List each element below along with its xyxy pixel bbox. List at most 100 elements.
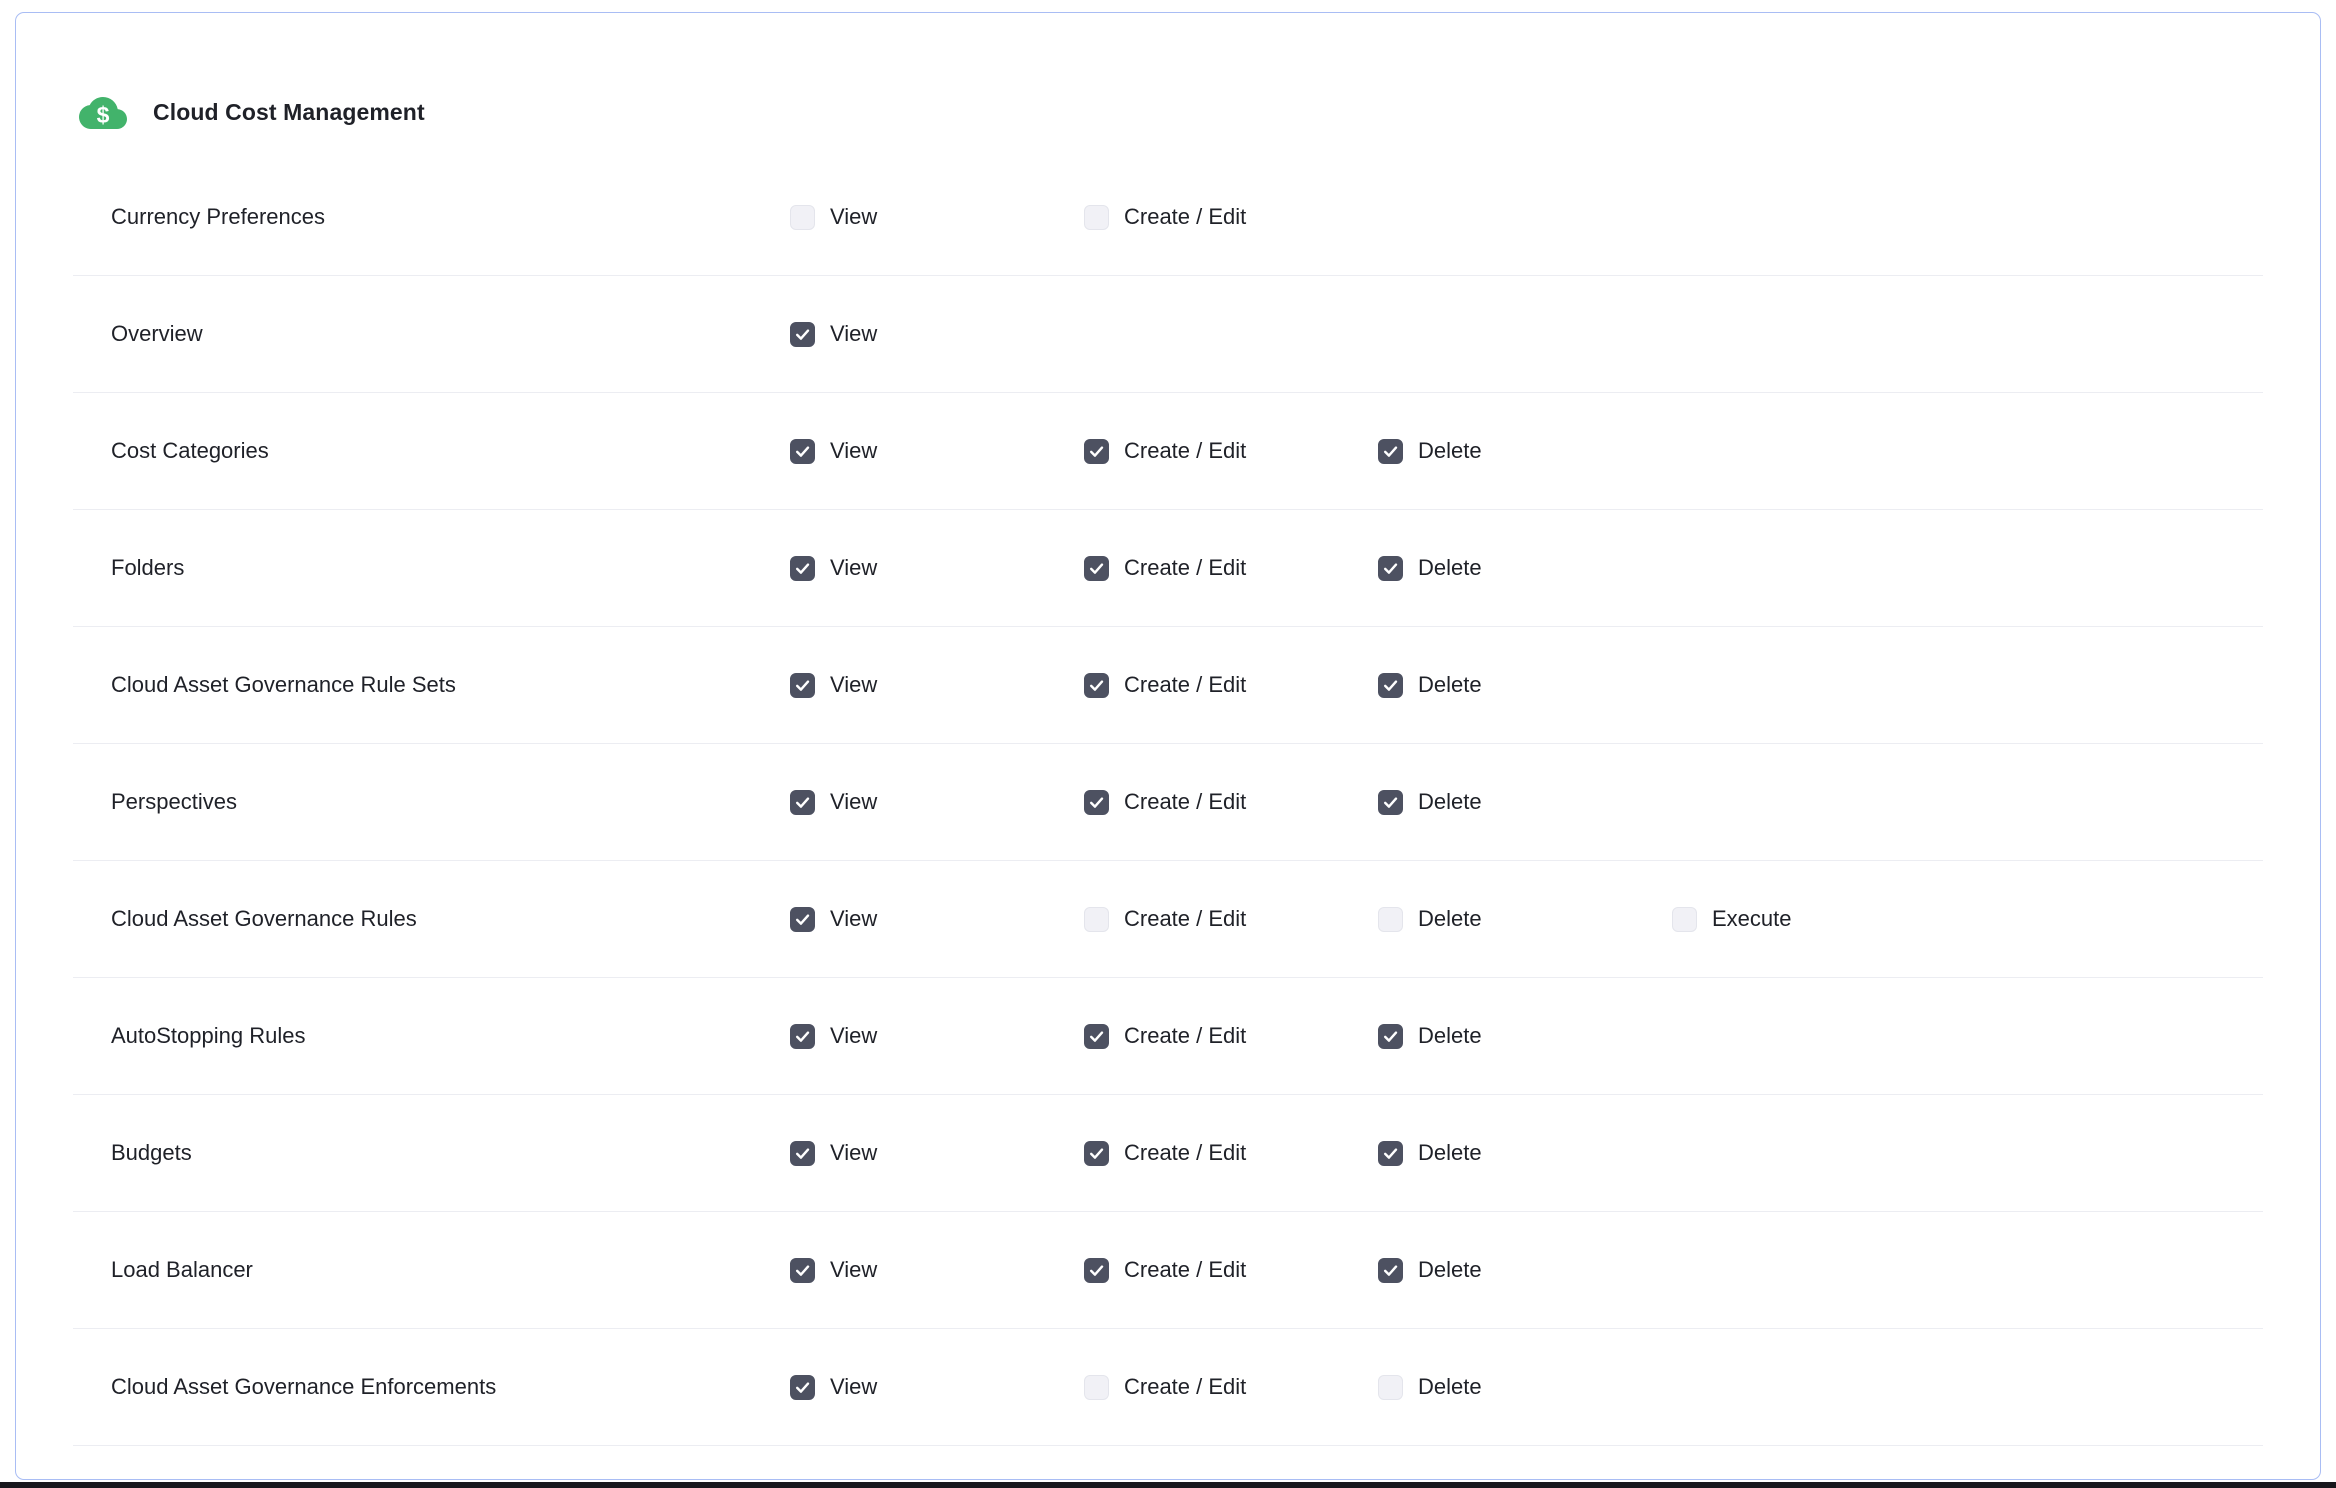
view-checkbox[interactable]: [790, 322, 815, 347]
permission-label: Delete: [1418, 789, 1482, 815]
permission-cell: Delete: [1378, 1374, 1672, 1400]
check-icon: [1382, 1028, 1399, 1045]
view-checkbox[interactable]: [790, 790, 815, 815]
check-icon: [1382, 677, 1399, 694]
create-edit-checkbox[interactable]: [1084, 790, 1109, 815]
create-edit-checkbox[interactable]: [1084, 205, 1109, 230]
resource-label: Cost Categories: [111, 438, 790, 464]
permission-label: View: [830, 789, 877, 815]
resource-label: Budgets: [111, 1140, 790, 1166]
permission-cell: Create / Edit: [1084, 672, 1378, 698]
check-icon: [794, 794, 811, 811]
view-checkbox[interactable]: [790, 907, 815, 932]
delete-checkbox[interactable]: [1378, 1024, 1403, 1049]
check-icon: [1382, 794, 1399, 811]
check-icon: [794, 1379, 811, 1396]
resource-label: Cloud Asset Governance Rules: [111, 906, 790, 932]
permission-cell: Create / Edit: [1084, 204, 1378, 230]
delete-checkbox[interactable]: [1378, 673, 1403, 698]
permission-cell: View: [790, 1023, 1084, 1049]
create-edit-checkbox[interactable]: [1084, 673, 1109, 698]
permission-label: Delete: [1418, 672, 1482, 698]
permission-label: Delete: [1418, 1374, 1482, 1400]
view-checkbox[interactable]: [790, 1141, 815, 1166]
check-icon: [1382, 560, 1399, 577]
permission-row: Currency PreferencesViewCreate / Edit: [73, 159, 2263, 276]
delete-checkbox[interactable]: [1378, 1375, 1403, 1400]
delete-checkbox[interactable]: [1378, 556, 1403, 581]
permission-cell: Create / Edit: [1084, 555, 1378, 581]
check-icon: [794, 326, 811, 343]
permission-cell: Create / Edit: [1084, 906, 1378, 932]
execute-checkbox[interactable]: [1672, 907, 1697, 932]
permission-label: Create / Edit: [1124, 438, 1246, 464]
create-edit-checkbox[interactable]: [1084, 556, 1109, 581]
view-checkbox[interactable]: [790, 1258, 815, 1283]
permission-label: Create / Edit: [1124, 672, 1246, 698]
permission-label: Delete: [1418, 906, 1482, 932]
create-edit-checkbox[interactable]: [1084, 1024, 1109, 1049]
create-edit-checkbox[interactable]: [1084, 907, 1109, 932]
permission-label: Create / Edit: [1124, 204, 1246, 230]
permission-rows: Currency PreferencesViewCreate / EditOve…: [73, 159, 2263, 1446]
view-checkbox[interactable]: [790, 205, 815, 230]
create-edit-checkbox[interactable]: [1084, 1141, 1109, 1166]
permission-cell: Create / Edit: [1084, 1374, 1378, 1400]
check-icon: [1088, 677, 1105, 694]
resource-label: Perspectives: [111, 789, 790, 815]
delete-checkbox[interactable]: [1378, 907, 1403, 932]
permission-cell: View: [790, 321, 1084, 347]
permission-cell: View: [790, 204, 1084, 230]
cloud-dollar-icon: $: [79, 88, 127, 136]
permission-cell: Delete: [1378, 1257, 1672, 1283]
permission-label: View: [830, 1257, 877, 1283]
permission-row: Cloud Asset Governance EnforcementsViewC…: [73, 1329, 2263, 1446]
permission-label: Execute: [1712, 906, 1792, 932]
permission-cell: Delete: [1378, 1023, 1672, 1049]
check-icon: [794, 560, 811, 577]
permission-row: OverviewView: [73, 276, 2263, 393]
permission-cell: Create / Edit: [1084, 438, 1378, 464]
permission-row: PerspectivesViewCreate / EditDelete: [73, 744, 2263, 861]
permission-label: View: [830, 672, 877, 698]
permission-cell: View: [790, 1257, 1084, 1283]
create-edit-checkbox[interactable]: [1084, 439, 1109, 464]
permission-label: Create / Edit: [1124, 906, 1246, 932]
permission-row: AutoStopping RulesViewCreate / EditDelet…: [73, 978, 2263, 1095]
delete-checkbox[interactable]: [1378, 439, 1403, 464]
ccm-permissions-card: $ Cloud Cost Management Currency Prefere…: [15, 12, 2321, 1480]
permission-label: Create / Edit: [1124, 555, 1246, 581]
delete-checkbox[interactable]: [1378, 1141, 1403, 1166]
permission-cell: Delete: [1378, 438, 1672, 464]
delete-checkbox[interactable]: [1378, 790, 1403, 815]
resource-label: Load Balancer: [111, 1257, 790, 1283]
resource-label: Overview: [111, 321, 790, 347]
permission-row: Cost Categories View Create / Edit Delete: [73, 393, 2263, 510]
create-edit-checkbox[interactable]: [1084, 1258, 1109, 1283]
card-header: $ Cloud Cost Management: [73, 13, 2263, 159]
permission-cell: Delete: [1378, 1140, 1672, 1166]
resource-label: Cloud Asset Governance Enforcements: [111, 1374, 790, 1400]
check-icon: [794, 443, 811, 460]
permission-label: Delete: [1418, 555, 1482, 581]
permission-label: Delete: [1418, 1257, 1482, 1283]
delete-checkbox[interactable]: [1378, 1258, 1403, 1283]
check-icon: [1382, 1145, 1399, 1162]
dollar-glyph: $: [97, 102, 110, 128]
check-icon: [794, 677, 811, 694]
view-checkbox[interactable]: [790, 1375, 815, 1400]
check-icon: [1088, 443, 1105, 460]
permission-row: FoldersViewCreate / EditDelete: [73, 510, 2263, 627]
view-checkbox[interactable]: [790, 556, 815, 581]
permission-label: View: [830, 438, 877, 464]
view-checkbox[interactable]: [790, 673, 815, 698]
permission-label: Create / Edit: [1124, 1140, 1246, 1166]
check-icon: [1088, 1145, 1105, 1162]
view-checkbox[interactable]: [790, 439, 815, 464]
create-edit-checkbox[interactable]: [1084, 1375, 1109, 1400]
permission-label: Create / Edit: [1124, 1023, 1246, 1049]
permission-cell: View: [790, 1374, 1084, 1400]
permission-cell: Delete: [1378, 672, 1672, 698]
check-icon: [1088, 1262, 1105, 1279]
view-checkbox[interactable]: [790, 1024, 815, 1049]
